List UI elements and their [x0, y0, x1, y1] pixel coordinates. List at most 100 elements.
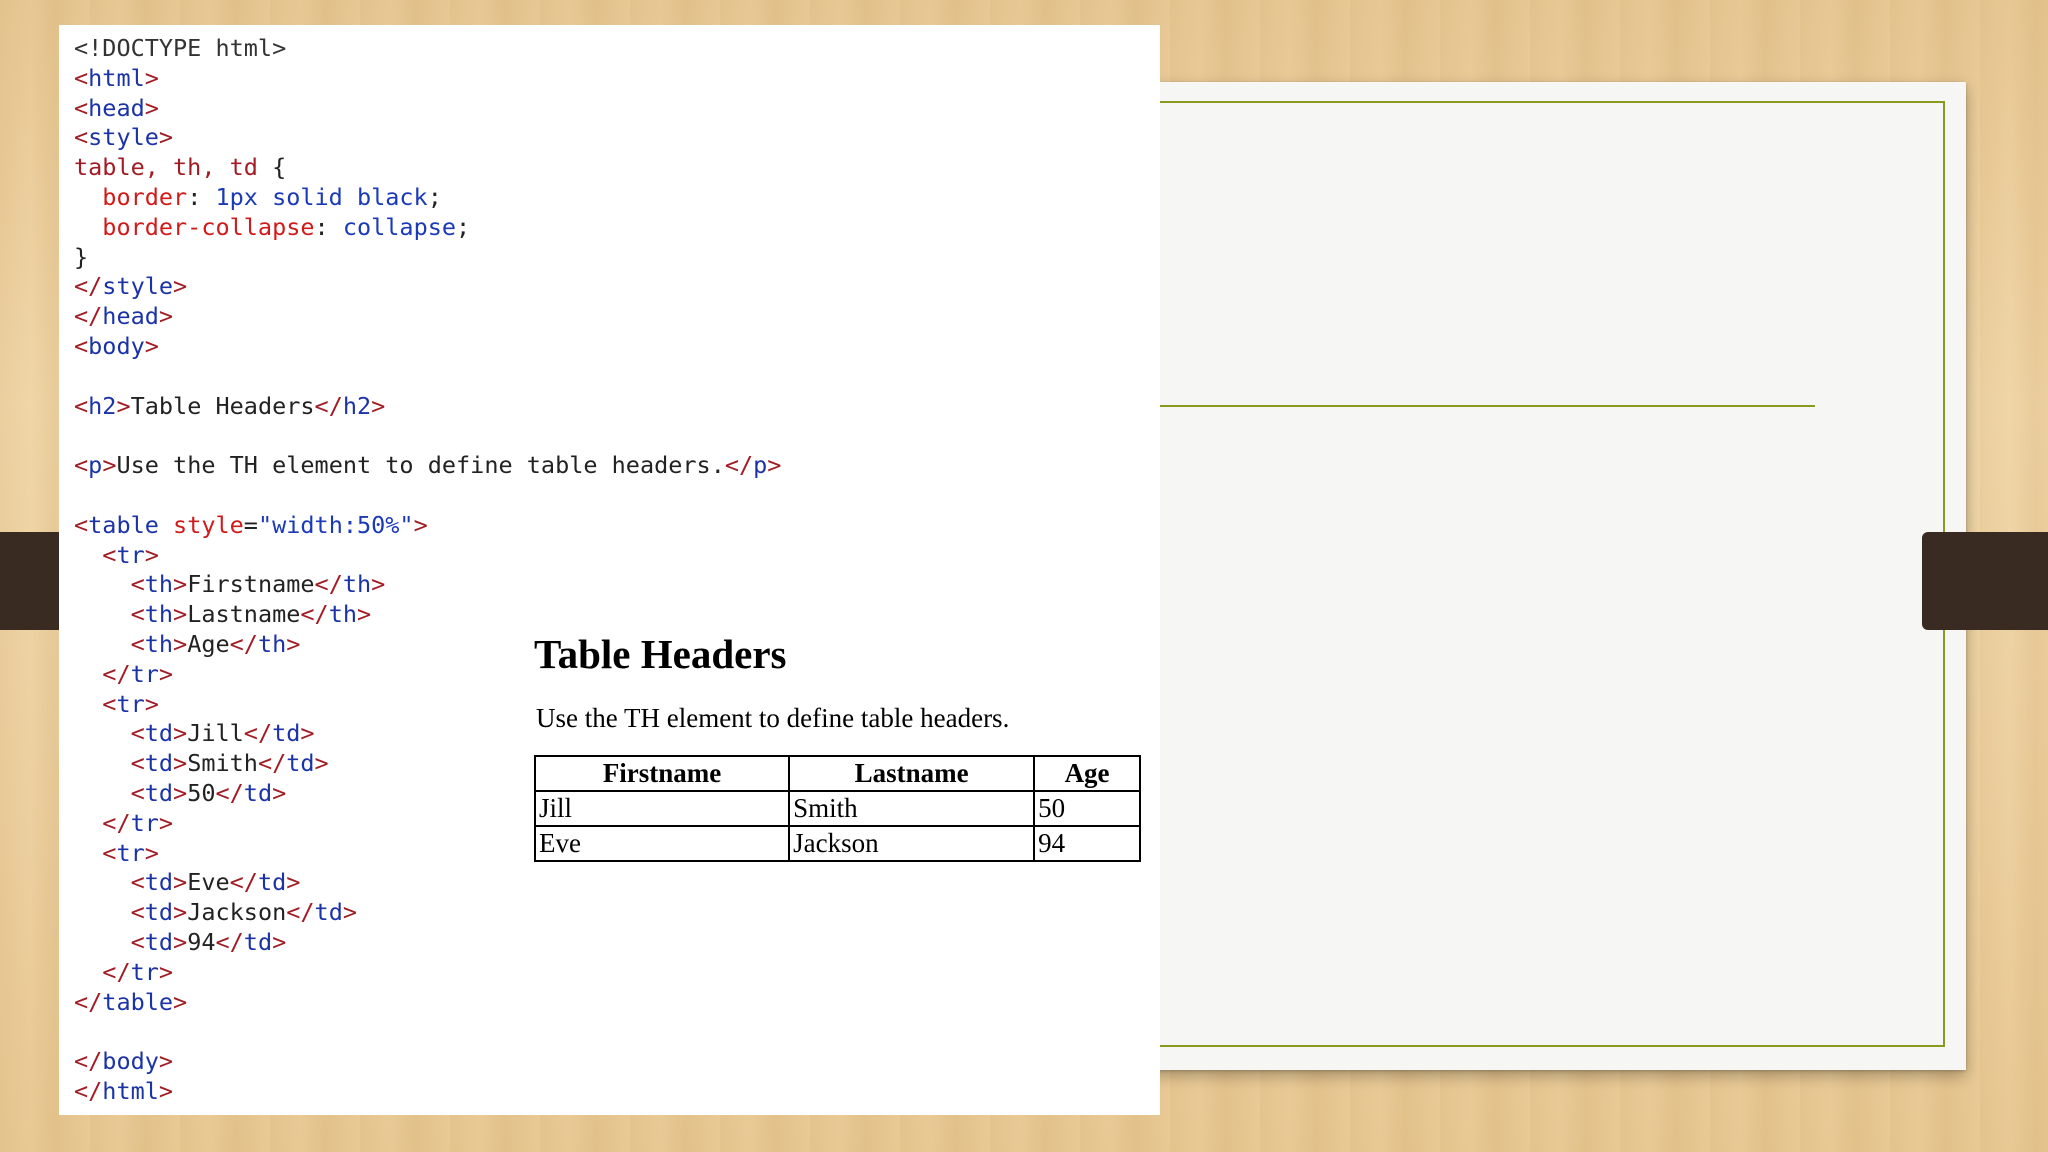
code-token: <!DOCTYPE html>	[74, 34, 287, 62]
code-token: >	[144, 93, 159, 122]
code-token: Firstname	[187, 570, 315, 599]
code-line: </head>	[74, 302, 781, 332]
code-line: </style>	[74, 272, 781, 302]
code-token: h2	[88, 391, 117, 420]
code-token: body	[88, 331, 145, 360]
code-token: </	[74, 957, 131, 986]
code-token: Age	[187, 629, 230, 658]
code-line: border-collapse: collapse;	[74, 213, 781, 243]
code-token: td	[257, 868, 287, 897]
code-token: p	[88, 451, 103, 480]
code-line: <td>Jackson</td>	[74, 898, 781, 928]
table-header-row: Firstname Lastname Age	[533, 755, 1141, 792]
code-token: td	[144, 719, 174, 748]
code-token: td	[144, 898, 174, 927]
code-token: </	[229, 868, 258, 897]
code-token: </	[243, 719, 273, 748]
code-token: >	[173, 898, 188, 927]
code-line: <tr>	[74, 541, 781, 571]
code-token: style	[88, 123, 159, 152]
code-token: Table Headers	[130, 391, 315, 420]
code-line: </tr>	[74, 958, 781, 988]
code-token: style	[158, 510, 244, 539]
code-token: </	[300, 600, 329, 629]
code-token: </	[215, 778, 244, 807]
code-token: >	[356, 600, 372, 629]
code-token: border-collapse	[102, 212, 315, 241]
code-token: >	[173, 719, 188, 748]
code-token: >	[286, 868, 301, 897]
code-token: Smith	[187, 749, 258, 778]
code-token: style	[102, 272, 174, 301]
preview-heading: Table Headers	[534, 631, 787, 677]
code-token: >	[371, 570, 386, 599]
table-row: Eve Jackson 94	[533, 825, 1141, 862]
code-token: table, th, td	[74, 153, 273, 182]
code-token: Lastname	[187, 600, 301, 629]
code-token: td	[243, 778, 273, 807]
code-token: <	[74, 123, 89, 152]
code-line: </table>	[74, 988, 781, 1018]
code-token: >	[371, 391, 386, 420]
code-token: >	[158, 957, 174, 986]
code-token: Jackson	[187, 898, 287, 927]
code-token: td	[314, 898, 343, 927]
code-token: tr	[116, 689, 145, 718]
code-token: </	[74, 302, 103, 331]
code-token: </	[724, 451, 754, 480]
code-token: collapse	[342, 212, 457, 241]
code-line: <!DOCTYPE html>	[74, 34, 781, 64]
code-token: </	[74, 1076, 103, 1105]
table-row: Jill Smith 50	[533, 790, 1141, 827]
code-token: >	[173, 600, 188, 629]
code-token: </	[74, 808, 131, 837]
code-token: td	[144, 868, 174, 897]
code-token: {	[272, 153, 287, 182]
code-token: <	[74, 898, 145, 927]
code-token: head	[102, 302, 159, 331]
code-token: tr	[116, 540, 145, 569]
code-token: >	[342, 898, 357, 927]
code-token: html	[88, 63, 145, 92]
code-line: <html>	[74, 64, 781, 94]
code-token: h2	[342, 391, 372, 420]
code-token: td	[272, 719, 301, 748]
code-token: >	[767, 451, 782, 480]
code-token: >	[144, 838, 159, 867]
code-token: </	[257, 749, 287, 778]
code-token: =	[243, 510, 258, 539]
code-token: >	[158, 123, 174, 152]
code-token: >	[272, 927, 287, 956]
code-token: th	[257, 629, 287, 658]
code-token: >	[144, 689, 159, 718]
code-line: }	[74, 243, 781, 273]
code-line: <head>	[74, 94, 781, 124]
code-token: border	[102, 182, 188, 211]
code-token: td	[144, 749, 174, 778]
code-token: head	[88, 93, 145, 122]
code-token: <	[74, 868, 145, 897]
code-line: <body>	[74, 332, 781, 362]
code-token: >	[102, 451, 117, 480]
code-token: th	[328, 600, 357, 629]
code-token: ;	[427, 182, 442, 211]
code-token: tr	[130, 957, 159, 986]
code-token: </	[229, 629, 258, 658]
code-line: </html>	[74, 1077, 781, 1107]
code-token: <	[74, 838, 117, 867]
code-token: </	[74, 659, 131, 688]
code-token: <	[74, 93, 89, 122]
code-token: Eve	[187, 868, 230, 897]
code-line: </body>	[74, 1047, 781, 1077]
code-line: <style>	[74, 123, 781, 153]
code-token: <	[74, 749, 145, 778]
code-token: >	[173, 927, 188, 956]
code-token: <	[74, 540, 117, 569]
code-token: tr	[130, 808, 159, 837]
right-dark-band	[1922, 532, 2048, 630]
